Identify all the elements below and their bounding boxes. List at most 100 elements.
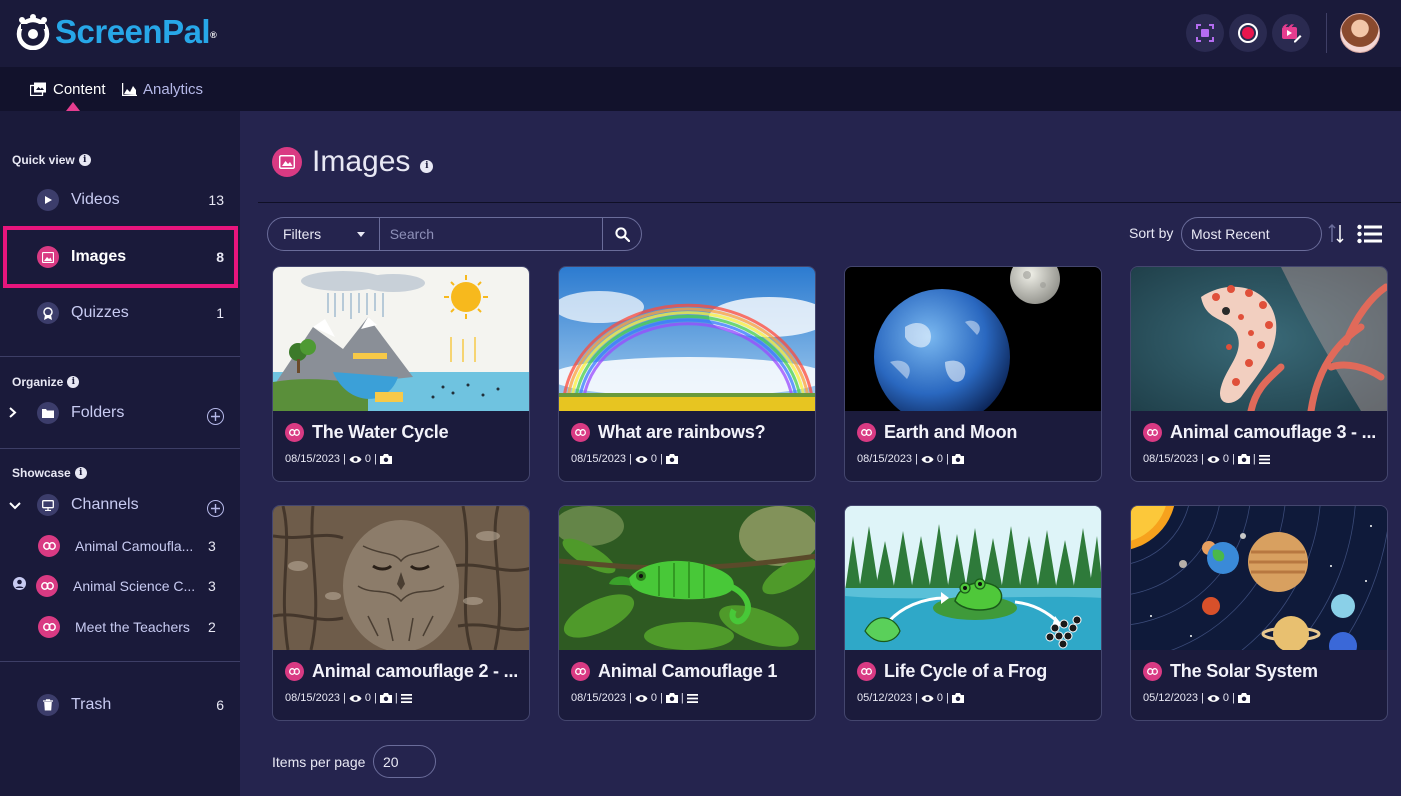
page-title-text: Images [312, 145, 411, 178]
card-title: Animal camouflage 2 - ... [312, 661, 519, 681]
list-lines-icon [1258, 454, 1270, 464]
channel-item[interactable]: Meet the Teachers 2 [0, 607, 240, 647]
items-per-page-select[interactable]: 20 [373, 745, 436, 778]
info-icon[interactable]: i [74, 467, 87, 479]
caret-down-icon [356, 232, 365, 237]
link-icon [38, 616, 60, 638]
record-button[interactable] [1229, 14, 1267, 52]
list-lines-icon [400, 693, 412, 703]
card-meta: 08/15/2023 | 0 | [857, 453, 964, 465]
list-lines-icon [686, 693, 698, 703]
image-card[interactable]: Animal camouflage 3 - ... 08/15/2023 | 0… [1130, 266, 1388, 482]
tab-analytics[interactable]: Analytics [122, 67, 203, 111]
user-icon [13, 577, 26, 595]
card-title: The Water Cycle [312, 422, 449, 442]
sidebar-item-label: Trash [71, 696, 112, 713]
screenpal-logo[interactable]: ScreenPal® [15, 13, 217, 51]
link-icon [571, 662, 590, 681]
content-icon [30, 82, 46, 96]
image-card[interactable]: Earth and Moon 08/15/2023 | 0 | [844, 266, 1102, 482]
channel-count: 3 [208, 538, 216, 554]
card-views: 0 [936, 453, 944, 465]
info-icon[interactable]: i [67, 376, 80, 388]
image-card[interactable]: The Water Cycle 08/15/2023 | 0 | [272, 266, 530, 482]
sort-direction-button[interactable] [1327, 222, 1347, 251]
sidebar-item-label: Folders [71, 404, 125, 421]
page-title: Images i [272, 145, 434, 179]
image-card[interactable]: Animal Camouflage 1 08/15/2023 | 0 | | [558, 505, 816, 721]
sidebar-divider [0, 448, 240, 449]
link-icon [857, 662, 876, 681]
user-avatar[interactable] [1340, 13, 1380, 53]
link-icon [38, 535, 60, 557]
sidebar-item-videos[interactable]: Videos 13 [0, 180, 240, 220]
eye-icon [349, 455, 362, 463]
info-icon[interactable]: i [78, 154, 91, 166]
brand-name: ScreenPal [55, 13, 211, 50]
card-meta: 05/12/2023 | 0 | [857, 692, 964, 704]
water-cycle-thumbnail[interactable] [273, 267, 529, 411]
frog-life-cycle-thumbnail[interactable] [845, 506, 1101, 650]
card-views: 0 [936, 692, 944, 704]
card-meta: 05/12/2023 | 0 | [1143, 692, 1250, 704]
solar-system-thumbnail[interactable] [1131, 506, 1387, 650]
search-input[interactable] [379, 218, 604, 250]
camera-icon [665, 693, 678, 703]
channel-label: Animal Camoufla... [75, 538, 194, 554]
eye-icon [1207, 455, 1220, 463]
sort-select[interactable]: Most Recent [1181, 217, 1322, 251]
folder-icon [37, 402, 59, 424]
card-meta: 08/15/2023 | 0 | | [285, 692, 412, 704]
camera-icon [379, 454, 392, 464]
sidebar-item-folders[interactable]: Folders [0, 393, 240, 433]
seahorse-thumbnail[interactable] [1131, 267, 1387, 411]
add-channel-button[interactable] [207, 500, 224, 517]
image-card[interactable]: The Solar System 05/12/2023 | 0 | [1130, 505, 1388, 721]
showcase-heading: Showcase i [12, 466, 87, 480]
sidebar-item-count: 13 [208, 192, 224, 208]
trash-icon [37, 694, 59, 716]
channel-item[interactable]: Animal Camoufla... 3 [0, 526, 240, 566]
earth-moon-thumbnail[interactable] [845, 267, 1101, 411]
channel-item[interactable]: Animal Science C... 3 [0, 566, 240, 606]
trademark: ® [210, 30, 217, 40]
owl-bark-thumbnail[interactable] [273, 506, 529, 650]
card-date: 08/15/2023 [1143, 453, 1199, 465]
sidebar-item-channels[interactable]: Channels [0, 485, 240, 525]
list-view-button[interactable] [1357, 224, 1383, 249]
screenshot-capture-icon [1196, 24, 1214, 42]
channel-label: Animal Science C... [73, 578, 196, 594]
link-icon [285, 423, 304, 442]
card-views: 0 [650, 453, 658, 465]
card-meta: 08/15/2023 | 0 | [285, 453, 392, 465]
channel-label: Meet the Teachers [75, 619, 190, 635]
card-title: Animal Camouflage 1 [598, 661, 778, 681]
card-meta: 08/15/2023 | 0 | | [571, 692, 698, 704]
sidebar-item-quizzes[interactable]: Quizzes 1 [0, 293, 240, 333]
image-card[interactable]: Animal camouflage 2 - ... 08/15/2023 | 0… [272, 505, 530, 721]
card-views: 0 [1222, 692, 1230, 704]
sidebar-item-trash[interactable]: Trash 6 [0, 685, 240, 725]
analytics-chart-icon [122, 82, 137, 96]
sidebar-divider [0, 661, 240, 662]
info-icon[interactable]: i [420, 159, 434, 173]
video-editor-button[interactable] [1272, 14, 1310, 52]
channel-monitor-icon [37, 494, 59, 516]
camera-icon [1237, 693, 1250, 703]
sidebar-item-label: Channels [71, 496, 139, 513]
chevron-down-icon[interactable] [9, 498, 21, 513]
image-card[interactable]: Life Cycle of a Frog 05/12/2023 | 0 | [844, 505, 1102, 721]
screenshot-capture-button[interactable] [1186, 14, 1224, 52]
add-folder-button[interactable] [207, 408, 224, 425]
link-icon [571, 423, 590, 442]
search-button[interactable] [603, 218, 641, 250]
chameleon-thumbnail[interactable] [559, 506, 815, 650]
items-per-page-label: Items per page [272, 754, 366, 770]
chevron-right-icon[interactable] [9, 406, 17, 421]
image-card[interactable]: What are rainbows? 08/15/2023 | 0 | [558, 266, 816, 482]
organize-heading: Organize i [12, 375, 80, 389]
filters-dropdown[interactable]: Filters [268, 218, 380, 250]
rainbow-thumbnail[interactable] [559, 267, 815, 411]
tab-analytics-label: Analytics [143, 80, 204, 98]
tab-content-label: Content [53, 80, 106, 98]
